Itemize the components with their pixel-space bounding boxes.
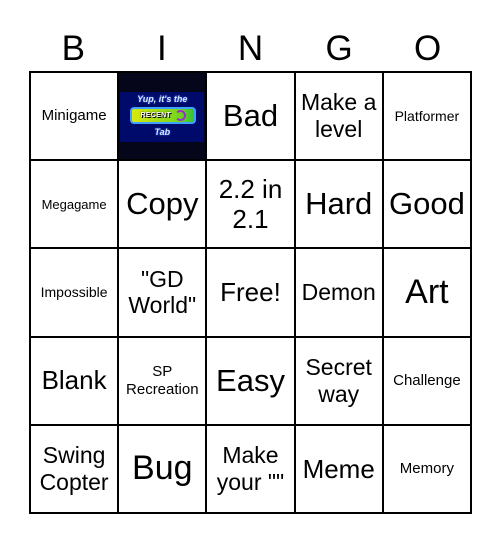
bingo-cell[interactable]: "GD World"	[119, 249, 206, 336]
bingo-cell[interactable]: Bug	[119, 425, 206, 512]
bingo-cell[interactable]: 2.2 in 2.1	[207, 161, 294, 248]
bingo-cell[interactable]: Swing Copter	[31, 425, 118, 512]
bingo-cell[interactable]: Make your ""	[207, 425, 294, 512]
recent-tab-image: Yup, it's the RECENT Tab	[120, 74, 205, 159]
bingo-cell[interactable]: Easy	[207, 337, 294, 424]
bingo-header: B I N G O	[29, 28, 472, 70]
bingo-cell[interactable]: Memory	[383, 425, 470, 512]
bingo-cell[interactable]: Copy	[119, 161, 206, 248]
bingo-cell[interactable]: Blank	[31, 337, 118, 424]
header-letter-n: N	[237, 29, 264, 68]
header-letter-g: G	[325, 29, 353, 68]
bingo-cell[interactable]: Minigame	[31, 73, 118, 160]
bingo-cell[interactable]: SP Recreation	[119, 337, 206, 424]
bingo-grid: Minigame Yup, it's the RECENT Tab Bad Ma…	[29, 71, 472, 514]
bingo-cell[interactable]: Demon	[295, 249, 382, 336]
clock-icon	[175, 110, 187, 122]
bingo-cell[interactable]: Secret way	[295, 337, 382, 424]
bingo-cell[interactable]: Platformer	[383, 73, 470, 160]
image-caption-top: Yup, it's the	[137, 94, 188, 105]
bingo-cell[interactable]: Challenge	[383, 337, 470, 424]
header-letter-b: B	[61, 29, 85, 68]
bingo-cell[interactable]: Impossible	[31, 249, 118, 336]
bingo-cell[interactable]: Meme	[295, 425, 382, 512]
bingo-cell[interactable]: Make a level	[295, 73, 382, 160]
bingo-cell[interactable]: Hard	[295, 161, 382, 248]
bingo-cell[interactable]: Free!	[207, 249, 294, 336]
image-caption-bottom: Tab	[154, 127, 171, 138]
bingo-cell-image[interactable]: Yup, it's the RECENT Tab	[119, 73, 206, 160]
bingo-cell[interactable]: Bad	[207, 73, 294, 160]
header-letter-i: I	[157, 29, 167, 68]
bingo-cell[interactable]: Art	[383, 249, 470, 336]
header-letter-o: O	[414, 29, 442, 68]
bingo-cell[interactable]: Megagame	[31, 161, 118, 248]
bingo-cell[interactable]: Good	[383, 161, 470, 248]
recent-button-graphic: RECENT	[130, 107, 197, 125]
